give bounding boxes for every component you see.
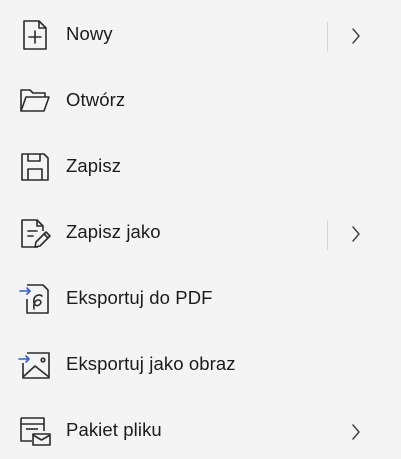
export-pdf-icon — [18, 282, 52, 316]
menu-item-label: Eksportuj jako obraz — [66, 353, 236, 374]
file-package-icon — [18, 414, 52, 448]
menu-item-file-package[interactable]: Pakiet pliku — [0, 399, 401, 459]
new-document-icon — [18, 18, 52, 52]
menu-item-label: Nowy — [66, 23, 113, 44]
menu-item-export-image[interactable]: Eksportuj jako obraz — [0, 333, 401, 395]
menu-item-label: Otwórz — [66, 89, 126, 110]
chevron-right-icon[interactable] — [346, 223, 366, 245]
chevron-right-icon[interactable] — [346, 421, 366, 443]
menu-item-open[interactable]: Otwórz — [0, 69, 401, 131]
save-icon — [18, 150, 52, 184]
chevron-right-icon[interactable] — [346, 25, 366, 47]
file-menu: Nowy Otwórz Zapisz Zapisz jako Eksportuj… — [0, 0, 401, 459]
submenu-separator — [327, 22, 328, 52]
menu-item-new[interactable]: Nowy — [0, 3, 401, 65]
menu-item-label: Pakiet pliku — [66, 419, 162, 440]
submenu-separator — [327, 220, 328, 250]
menu-item-label: Zapisz jako — [66, 221, 161, 242]
menu-item-label: Zapisz — [66, 155, 122, 176]
menu-item-label: Eksportuj do PDF — [66, 287, 213, 308]
menu-item-export-pdf[interactable]: Eksportuj do PDF — [0, 267, 401, 329]
menu-item-save[interactable]: Zapisz — [0, 135, 401, 197]
folder-open-icon — [18, 84, 52, 118]
export-image-icon — [18, 348, 52, 382]
menu-item-save-as[interactable]: Zapisz jako — [0, 201, 401, 263]
save-as-icon — [18, 216, 52, 250]
